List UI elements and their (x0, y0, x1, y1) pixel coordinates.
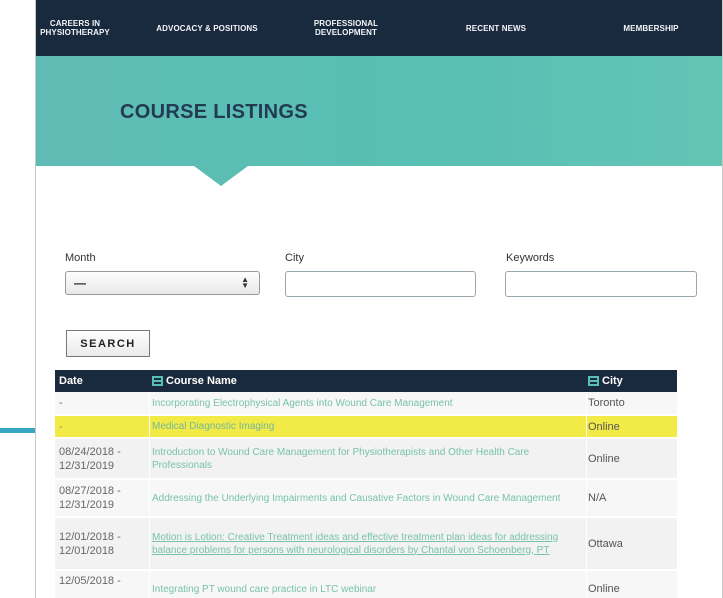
row-course-name: Integrating PT wound care practice in LT… (152, 571, 587, 598)
month-select-value: — (74, 276, 86, 290)
nav-item-membership[interactable]: MEMBERSHIP (596, 0, 706, 56)
course-link[interactable]: Addressing the Underlying Impairments an… (152, 492, 560, 505)
col-header-course-name[interactable]: Course Name (152, 370, 237, 392)
keywords-input[interactable] (505, 271, 697, 297)
keywords-label: Keywords (506, 252, 555, 264)
row-date: 08/24/2018 - 12/31/2019 (59, 445, 121, 472)
col-header-date[interactable]: Date (59, 370, 83, 392)
month-select[interactable]: — ▲ ▼ (65, 271, 260, 295)
sort-icon (588, 376, 599, 386)
col-header-course-name-label: Course Name (166, 375, 237, 387)
table-header: Date Course Name City (55, 370, 677, 392)
search-button[interactable]: SEARCH (66, 330, 150, 357)
course-link[interactable]: Incorporating Electrophysical Agents int… (152, 397, 453, 410)
row-city: Ottawa (588, 537, 623, 550)
month-label: Month (65, 252, 96, 264)
col-header-city[interactable]: City (588, 370, 623, 392)
nav-item-careers[interactable]: CAREERS IN PHYSIOTHERAPY (36, 0, 114, 56)
column-divider (149, 392, 150, 598)
col-header-city-label: City (602, 375, 623, 387)
row-city: Online (588, 420, 620, 433)
row-city: Online (588, 452, 620, 465)
course-link[interactable]: Medical Diagnostic Imaging (152, 420, 274, 433)
row-date: - (59, 397, 63, 409)
row-course-name: Incorporating Electrophysical Agents int… (152, 392, 587, 414)
hero-notch (194, 166, 248, 186)
row-city: Toronto (588, 397, 625, 409)
row-course-name: Addressing the Underlying Impairments an… (152, 480, 587, 516)
top-nav: CAREERS IN PHYSIOTHERAPY ADVOCACY & POSI… (36, 0, 722, 56)
row-date: 12/05/2018 - (59, 575, 121, 587)
col-header-date-label: Date (59, 375, 83, 387)
nav-item-advocacy[interactable]: ADVOCACY & POSITIONS (132, 0, 282, 56)
column-divider (586, 392, 587, 598)
select-arrows-icon: ▲ ▼ (241, 275, 249, 290)
row-date: - (59, 420, 63, 433)
row-course-name: Introduction to Wound Care Management fo… (152, 439, 587, 478)
row-date: 12/01/2018 - 12/01/2018 (59, 530, 121, 557)
city-input[interactable] (285, 271, 476, 297)
city-label: City (285, 252, 304, 264)
nav-item-professional-development[interactable]: PROFESSIONAL DEVELOPMENT (296, 0, 396, 56)
hero-banner: COURSE LISTINGS (36, 56, 722, 166)
row-course-name: Motion is Lotion: Creative Treatment ide… (152, 518, 587, 569)
sort-icon (152, 376, 163, 386)
nav-item-recent-news[interactable]: RECENT NEWS (446, 0, 546, 56)
row-date: 08/27/2018 - 12/31/2019 (59, 485, 121, 511)
row-course-name: Medical Diagnostic Imaging (152, 416, 587, 437)
course-link[interactable]: Introduction to Wound Care Management fo… (152, 446, 587, 472)
course-link[interactable]: Integrating PT wound care practice in LT… (152, 583, 376, 596)
row-city: Online (588, 583, 620, 595)
course-link[interactable]: Motion is Lotion: Creative Treatment ide… (152, 531, 587, 557)
page-frame: CAREERS IN PHYSIOTHERAPY ADVOCACY & POSI… (35, 0, 723, 598)
page-title: COURSE LISTINGS (120, 101, 308, 123)
row-city: N/A (588, 492, 607, 504)
